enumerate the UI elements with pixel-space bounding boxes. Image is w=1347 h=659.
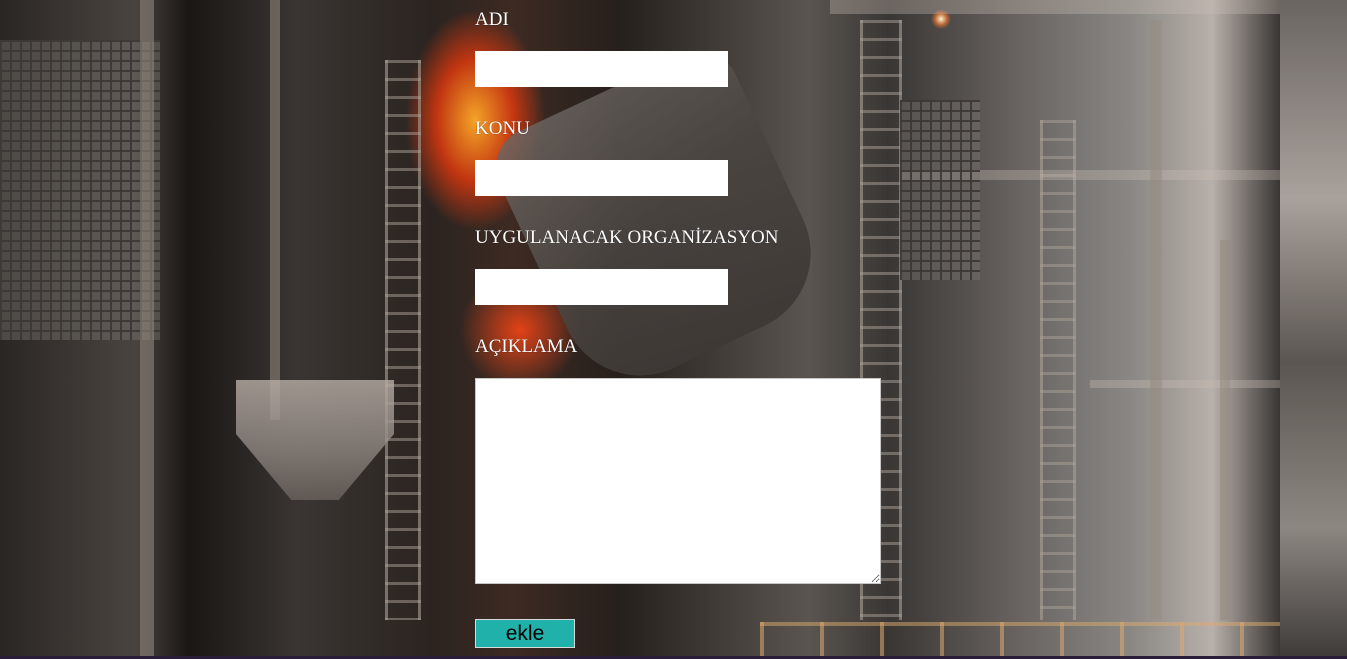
background-structure: [140, 0, 154, 659]
background-structure: [385, 60, 421, 620]
background-edge: [1280, 0, 1347, 659]
background-hopper: [236, 380, 394, 500]
add-button[interactable]: ekle: [475, 619, 575, 648]
description-textarea[interactable]: [475, 378, 881, 584]
background-structure: [1150, 20, 1162, 620]
name-label: ADI: [475, 9, 509, 30]
background-structure: [830, 0, 1280, 14]
background-rail: [760, 622, 1280, 659]
background-structure: [900, 100, 980, 280]
background-structure: [270, 0, 280, 420]
organization-label: UYGULANACAK ORGANİZASYON: [475, 227, 779, 248]
background-structure: [1040, 120, 1076, 620]
background-structure: [1090, 380, 1280, 388]
subject-input[interactable]: [475, 160, 728, 196]
background-structure: [0, 40, 160, 340]
name-input[interactable]: [475, 51, 728, 87]
description-label: AÇIKLAMA: [475, 336, 578, 357]
organization-input[interactable]: [475, 269, 728, 305]
background-structure: [1220, 240, 1230, 620]
subject-label: KONU: [475, 118, 530, 139]
